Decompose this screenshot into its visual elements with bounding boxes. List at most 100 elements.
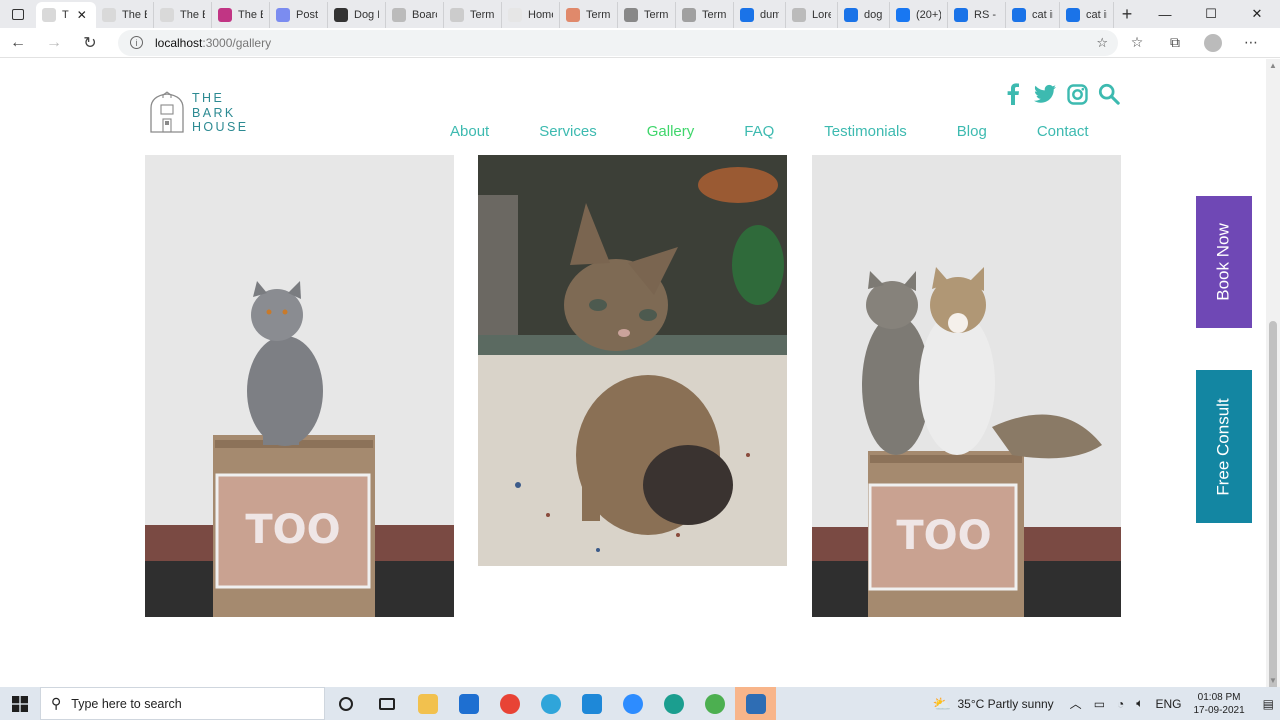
task-view-icon[interactable] bbox=[366, 687, 407, 720]
refresh-button[interactable]: ↻ bbox=[72, 28, 108, 58]
window-controls: — ☐ ✕ bbox=[1142, 0, 1280, 28]
forward-button[interactable]: → bbox=[36, 28, 72, 58]
weather-text: 35°C Partly sunny bbox=[957, 696, 1054, 711]
nav-contact[interactable]: Contact bbox=[1037, 123, 1089, 140]
logo-line-1: THE bbox=[192, 91, 225, 105]
social-links bbox=[1002, 83, 1120, 105]
browser-tab[interactable]: Term bbox=[560, 2, 618, 28]
instagram-icon[interactable] bbox=[1066, 83, 1088, 105]
telegram-icon[interactable] bbox=[530, 687, 571, 720]
chrome-icon[interactable] bbox=[489, 687, 530, 720]
gallery-image-2[interactable] bbox=[478, 155, 787, 566]
clock[interactable]: 01:08 PM 17-09-2021 bbox=[1194, 691, 1245, 717]
add-favorite-icon[interactable]: ☆ bbox=[1096, 35, 1108, 51]
clock-date: 17-09-2021 bbox=[1193, 704, 1245, 716]
tab-favicon-icon bbox=[1066, 8, 1080, 22]
edge-icon[interactable] bbox=[653, 687, 694, 720]
browser-tab[interactable]: The B bbox=[212, 2, 270, 28]
gallery-image-3[interactable]: TOO bbox=[812, 155, 1121, 617]
browser-tab[interactable]: T ✕ bbox=[36, 2, 96, 28]
free-consult-button[interactable]: Free Consult bbox=[1196, 370, 1252, 523]
scrollbar-thumb[interactable] bbox=[1269, 321, 1277, 711]
browser-tab[interactable]: Term bbox=[618, 2, 676, 28]
volume-icon[interactable]: 🔈︎ bbox=[1136, 696, 1143, 711]
profile-button[interactable] bbox=[1194, 33, 1232, 52]
tab-favicon-icon bbox=[450, 8, 464, 22]
search-icon[interactable] bbox=[1098, 83, 1120, 105]
tab-favicon-icon bbox=[844, 8, 858, 22]
more-menu-icon[interactable]: ⋯ bbox=[1232, 34, 1270, 51]
browser-tab[interactable]: Loren bbox=[786, 2, 838, 28]
browser-tab[interactable]: cat in bbox=[1060, 2, 1114, 28]
browser-tab[interactable]: Term bbox=[444, 2, 502, 28]
tab-favicon-icon bbox=[160, 8, 174, 22]
back-button[interactable]: ← bbox=[0, 28, 36, 58]
chrome-profile-icon[interactable] bbox=[694, 687, 735, 720]
tab-actions-icon[interactable] bbox=[0, 0, 36, 28]
url-field[interactable]: i localhost:3000/gallery ☆ bbox=[118, 29, 1118, 56]
nav-services[interactable]: Services bbox=[539, 123, 597, 140]
browser-tab[interactable]: Post bbox=[270, 2, 328, 28]
browser-tab[interactable]: Boarc bbox=[386, 2, 444, 28]
start-button[interactable] bbox=[0, 687, 40, 720]
photos-icon[interactable] bbox=[735, 687, 776, 720]
site-logo[interactable]: THE BARK HOUSE bbox=[148, 90, 248, 135]
twitter-icon[interactable] bbox=[1034, 83, 1056, 105]
tab-favicon-icon bbox=[42, 8, 56, 22]
maximize-button[interactable]: ☐ bbox=[1188, 0, 1234, 28]
browser-tab[interactable]: Home bbox=[502, 2, 560, 28]
nav-gallery[interactable]: Gallery bbox=[647, 123, 695, 140]
system-tray: ⛅ 35°C Partly sunny ︿ ▭ ◔ 🔈︎ ENG 01:08 P… bbox=[933, 687, 1280, 720]
scroll-down-icon[interactable]: ▼ bbox=[1269, 676, 1277, 685]
logo-line-3: HOUSE bbox=[192, 120, 249, 134]
browser-tab[interactable]: (20+) bbox=[890, 2, 948, 28]
nav-testimonials[interactable]: Testimonials bbox=[824, 123, 907, 140]
browser-tab[interactable]: Term bbox=[676, 2, 734, 28]
nav-about[interactable]: About bbox=[450, 123, 489, 140]
vscode-icon[interactable] bbox=[571, 687, 612, 720]
book-now-button[interactable]: Book Now bbox=[1196, 196, 1252, 328]
cortana-icon[interactable] bbox=[325, 687, 366, 720]
battery-icon[interactable]: ▭ bbox=[1094, 697, 1105, 711]
tab-favicon-icon bbox=[740, 8, 754, 22]
minimize-button[interactable]: — bbox=[1142, 0, 1188, 28]
tab-favicon-icon bbox=[1012, 8, 1026, 22]
tab-title: RS - E bbox=[974, 9, 999, 21]
url-path: :3000/gallery bbox=[202, 35, 272, 50]
main-nav: About Services Gallery FAQ Testimonials … bbox=[450, 123, 1089, 140]
weather-widget[interactable]: ⛅ 35°C Partly sunny bbox=[933, 695, 1054, 713]
close-window-button[interactable]: ✕ bbox=[1234, 0, 1280, 28]
nav-blog[interactable]: Blog bbox=[957, 123, 987, 140]
tab-favicon-icon bbox=[566, 8, 580, 22]
tab-close-icon[interactable]: ✕ bbox=[77, 8, 87, 22]
tab-favicon-icon bbox=[682, 8, 696, 22]
file-explorer-icon[interactable] bbox=[407, 687, 448, 720]
zoom-icon[interactable] bbox=[612, 687, 653, 720]
tab-favicon-icon bbox=[508, 8, 522, 22]
facebook-icon[interactable] bbox=[1002, 83, 1024, 105]
notifications-icon[interactable]: ▤ bbox=[1263, 697, 1274, 711]
language-indicator[interactable]: ENG bbox=[1155, 697, 1181, 711]
mail-icon[interactable] bbox=[448, 687, 489, 720]
gallery-image-1[interactable]: TOO bbox=[145, 155, 454, 617]
scroll-up-icon[interactable]: ▲ bbox=[1269, 61, 1277, 70]
browser-tab[interactable]: The B bbox=[96, 2, 154, 28]
browser-tab[interactable]: dog j bbox=[838, 2, 890, 28]
browser-tab[interactable]: The B bbox=[154, 2, 212, 28]
browser-tab[interactable]: dumn bbox=[734, 2, 786, 28]
page-scrollbar[interactable]: ▲ ▼ bbox=[1266, 59, 1280, 711]
network-icon[interactable]: ◔ bbox=[1117, 697, 1124, 711]
taskbar-search[interactable]: ⚲ Type here to search bbox=[40, 687, 325, 720]
new-tab-button[interactable]: + bbox=[1114, 4, 1140, 25]
tab-favicon-icon bbox=[276, 8, 290, 22]
site-info-icon[interactable]: i bbox=[130, 36, 143, 49]
favorites-icon[interactable]: ☆ bbox=[1118, 34, 1156, 51]
tab-title: Term bbox=[586, 9, 611, 21]
collections-icon[interactable]: ⧉ bbox=[1156, 34, 1194, 51]
browser-tab[interactable]: Dog E bbox=[328, 2, 386, 28]
show-hidden-icons[interactable]: ︿ bbox=[1070, 695, 1082, 712]
browser-tab[interactable]: cat in bbox=[1006, 2, 1060, 28]
tab-favicon-icon bbox=[392, 8, 406, 22]
browser-tab[interactable]: RS - E bbox=[948, 2, 1006, 28]
nav-faq[interactable]: FAQ bbox=[744, 123, 774, 140]
